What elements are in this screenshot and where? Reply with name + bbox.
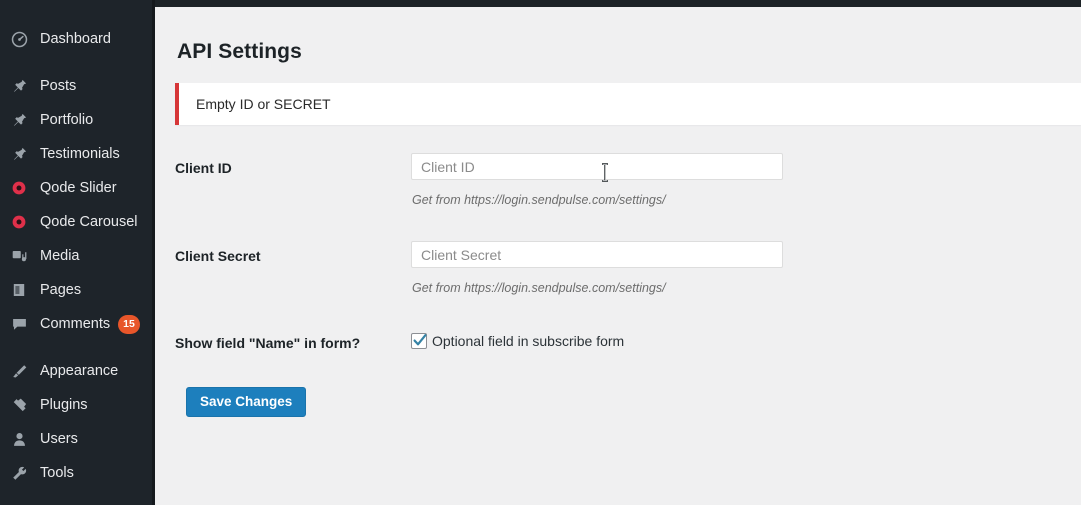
media-icon [9, 246, 29, 266]
sidebar-item-label: Posts [40, 77, 77, 94]
sidebar-item-users[interactable]: Users [0, 422, 155, 456]
admin-sidebar[interactable]: Dashboard Posts Portfolio Testimonials Q… [0, 0, 155, 505]
sidebar-item-qode-slider[interactable]: Qode Slider [0, 171, 155, 205]
settings-form: Client ID Get from https://login.sendpul… [155, 149, 1081, 417]
sidebar-item-appearance[interactable]: Appearance [0, 354, 155, 388]
sidebar-item-qode-carousel[interactable]: Qode Carousel [0, 205, 155, 239]
dashboard-icon [9, 29, 29, 49]
sidebar-item-label: Qode Carousel [40, 213, 138, 230]
client-id-input[interactable] [411, 153, 783, 180]
comments-count-badge: 15 [118, 314, 140, 334]
sidebar-item-portfolio[interactable]: Portfolio [0, 103, 155, 137]
error-notice: Empty ID or SECRET [175, 83, 1081, 125]
client-id-help: Get from https://login.sendpulse.com/set… [412, 193, 666, 207]
show-name-checkbox-label: Optional field in subscribe form [432, 333, 625, 349]
pin-icon [9, 76, 29, 96]
pin-icon [9, 144, 29, 164]
sidebar-item-label: Testimonials [40, 145, 120, 162]
show-name-label: Show field "Name" in form? [175, 335, 361, 351]
sidebar-item-tools[interactable]: Tools [0, 456, 155, 490]
sidebar-item-label: Media [40, 247, 80, 264]
pages-icon [9, 280, 29, 300]
admin-bar [155, 0, 1081, 7]
sidebar-item-comments[interactable]: Comments 15 [0, 307, 155, 341]
form-row-show-name: Show field "Name" in form? Optional fiel… [175, 321, 1081, 351]
error-notice-text: Empty ID or SECRET [196, 96, 331, 112]
sidebar-item-label: Qode Slider [40, 179, 117, 196]
client-secret-input[interactable] [411, 241, 783, 268]
sidebar-item-posts[interactable]: Posts [0, 69, 155, 103]
sidebar-item-testimonials[interactable]: Testimonials [0, 137, 155, 171]
sidebar-item-media[interactable]: Media [0, 239, 155, 273]
users-icon [9, 429, 29, 449]
sidebar-item-label: Appearance [40, 362, 119, 379]
comment-icon [9, 314, 29, 334]
show-name-checkbox-row[interactable]: Optional field in subscribe form [411, 325, 1081, 349]
sidebar-item-label: Tools [40, 464, 74, 481]
client-secret-label: Client Secret [175, 248, 261, 264]
page-title: API Settings [177, 40, 302, 63]
sidebar-item-label: Pages [40, 281, 82, 298]
sidebar-item-label: Comments [40, 315, 111, 332]
qode-circle-icon [9, 212, 29, 232]
sidebar-separator [0, 56, 155, 69]
show-name-checkbox[interactable] [411, 333, 427, 349]
sidebar-item-plugins[interactable]: Plugins [0, 388, 155, 422]
client-id-label: Client ID [175, 160, 232, 176]
save-changes-button[interactable]: Save Changes [186, 387, 307, 417]
form-row-client-secret: Client Secret Get from https://login.sen… [175, 237, 1081, 295]
form-row-client-id: Client ID Get from https://login.sendpul… [175, 149, 1081, 207]
sidebar-item-label: Dashboard [40, 30, 111, 47]
plugins-icon [9, 395, 29, 415]
sidebar-item-pages[interactable]: Pages [0, 273, 155, 307]
main-content: API Settings Empty ID or SECRET Client I… [155, 0, 1081, 505]
client-secret-help: Get from https://login.sendpulse.com/set… [412, 281, 666, 295]
wordpress-admin-screen: Dashboard Posts Portfolio Testimonials Q… [0, 0, 1081, 505]
sidebar-item-label: Plugins [40, 396, 88, 413]
pin-icon [9, 110, 29, 130]
tools-wrench-icon [9, 463, 29, 483]
sidebar-item-dashboard[interactable]: Dashboard [0, 22, 155, 56]
qode-circle-icon [9, 178, 29, 198]
appearance-brush-icon [9, 361, 29, 381]
sidebar-separator [0, 341, 155, 354]
sidebar-item-label: Users [40, 430, 78, 447]
sidebar-item-label: Portfolio [40, 111, 94, 128]
